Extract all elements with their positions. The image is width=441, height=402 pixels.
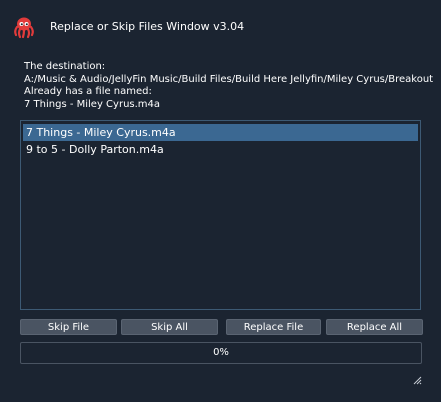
replace-file-button[interactable]: Replace File xyxy=(226,319,321,335)
message-existing-label: Already has a file named: xyxy=(24,86,152,97)
list-item[interactable]: 7 Things - Miley Cyrus.m4a xyxy=(23,124,418,141)
message-existing-filename: 7 Things - Miley Cyrus.m4a xyxy=(24,98,161,110)
octopus-icon xyxy=(12,15,36,39)
replace-all-button[interactable]: Replace All xyxy=(326,319,423,335)
window-title: Replace or Skip Files Window v3.04 xyxy=(50,20,245,33)
replace-skip-window: Replace or Skip Files Window v3.04 The d… xyxy=(0,0,441,402)
conflict-message: The destination: A:/Music & Audio/JellyF… xyxy=(24,61,433,111)
progress-bar: 0% xyxy=(20,342,422,364)
progress-label: 0% xyxy=(213,347,229,358)
title-bar: Replace or Skip Files Window v3.04 xyxy=(0,0,441,46)
list-item[interactable]: 9 to 5 - Dolly Parton.m4a xyxy=(23,141,418,158)
conflict-file-list[interactable]: 7 Things - Miley Cyrus.m4a 9 to 5 - Doll… xyxy=(20,120,421,310)
message-destination-label: The destination: xyxy=(24,61,106,72)
resize-grip-icon[interactable] xyxy=(412,370,422,385)
skip-file-button[interactable]: Skip File xyxy=(20,319,117,335)
message-destination-path: A:/Music & Audio/JellyFin Music/Build Fi… xyxy=(24,73,434,85)
skip-all-button[interactable]: Skip All xyxy=(121,319,218,335)
